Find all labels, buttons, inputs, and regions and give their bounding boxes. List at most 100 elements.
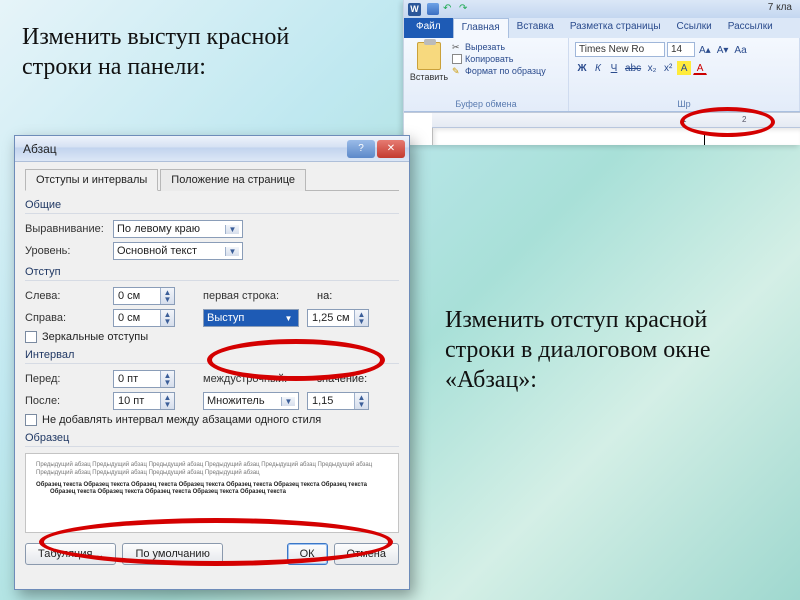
- indent-left-label: Слева:: [25, 290, 113, 302]
- preview-sample-paragraph: Образец текста Образец текста Образец те…: [36, 482, 388, 498]
- font-color-icon[interactable]: A: [693, 61, 707, 75]
- chevron-down-icon: ▼: [281, 314, 295, 323]
- tab-mailings[interactable]: Рассылки: [720, 18, 781, 38]
- outline-level-select[interactable]: Основной текст▼: [113, 242, 243, 260]
- group-general: Общие: [25, 199, 399, 214]
- tab-line-page-breaks[interactable]: Положение на странице: [160, 169, 306, 191]
- spinner-arrows-icon: ▲▼: [160, 310, 174, 326]
- horizontal-ruler[interactable]: 1 2: [432, 113, 800, 128]
- copy-icon: [452, 54, 462, 64]
- ruler-mark-2: 2: [742, 115, 746, 124]
- italic-icon[interactable]: К: [591, 61, 605, 75]
- caption-change-in-dialog: Изменить отступ красной строки в диалого…: [445, 305, 755, 395]
- scissors-icon: ✂: [452, 42, 462, 52]
- indent-left-spinner[interactable]: 0 см▲▼: [113, 287, 175, 305]
- ruler-area: 1 2: [404, 112, 800, 145]
- change-case-icon[interactable]: Aa: [732, 43, 748, 57]
- font-size-select[interactable]: 14: [667, 42, 695, 57]
- grow-font-icon[interactable]: A▴: [697, 43, 713, 57]
- ribbon-body: Вставить ✂Вырезать Копировать ✎Формат по…: [404, 38, 800, 112]
- spinner-arrows-icon: ▲▼: [354, 310, 368, 326]
- document-title: 7 кла: [768, 2, 792, 13]
- document-page: [432, 128, 800, 145]
- space-before-spinner[interactable]: 0 пт▲▼: [113, 370, 175, 388]
- group-indent: Отступ: [25, 266, 399, 281]
- word-titlebar: W ↶ ↷ 7 кла: [404, 0, 800, 18]
- group-font-label: Шр: [569, 99, 799, 109]
- redo-icon[interactable]: ↷: [459, 3, 471, 15]
- spinner-arrows-icon: ▲▼: [160, 288, 174, 304]
- dialog-title: Абзац: [23, 142, 345, 156]
- spinner-arrows-icon: ▲▼: [160, 393, 174, 409]
- space-before-label: Перед:: [25, 373, 113, 385]
- caption-change-on-ruler: Изменить выступ красной строки на панели…: [22, 22, 352, 82]
- no-space-same-style-label: Не добавлять интервал между абзацами одн…: [42, 414, 321, 426]
- group-sample: Образец: [25, 432, 399, 447]
- no-space-same-style-checkbox[interactable]: [25, 414, 37, 426]
- spinner-arrows-icon: ▲▼: [354, 393, 368, 409]
- word-app-icon: W: [408, 3, 421, 16]
- save-icon[interactable]: [427, 3, 439, 15]
- underline-icon[interactable]: Ч: [607, 61, 621, 75]
- quick-access-toolbar: ↶ ↷: [427, 3, 471, 15]
- dialog-tabstrip: Отступы и интервалы Положение на страниц…: [25, 168, 399, 191]
- cut-button[interactable]: ✂Вырезать: [452, 42, 546, 52]
- alignment-label: Выравнивание:: [25, 223, 113, 235]
- ok-button[interactable]: ОК: [287, 543, 328, 565]
- help-button[interactable]: ?: [347, 140, 375, 158]
- alignment-select[interactable]: По левому краю▼: [113, 220, 243, 238]
- word-ribbon-snippet: W ↶ ↷ 7 кла Файл Главная Вставка Разметк…: [403, 0, 800, 145]
- by-label: на:: [317, 290, 332, 302]
- indent-right-label: Справа:: [25, 312, 113, 324]
- chevron-down-icon: ▼: [281, 397, 295, 406]
- bold-icon[interactable]: Ж: [575, 61, 589, 75]
- tabs-button[interactable]: Табуляция…: [25, 543, 116, 565]
- line-spacing-select[interactable]: Множитель▼: [203, 392, 299, 410]
- text-cursor: [704, 133, 705, 145]
- first-line-select[interactable]: Выступ▼: [203, 309, 299, 327]
- cancel-button[interactable]: Отмена: [334, 543, 399, 565]
- set-default-button[interactable]: По умолчанию: [122, 543, 222, 565]
- indent-right-spinner[interactable]: 0 см▲▼: [113, 309, 175, 327]
- group-spacing: Интервал: [25, 349, 399, 364]
- paste-label: Вставить: [410, 72, 448, 82]
- dialog-titlebar: Абзац ? ✕: [15, 136, 409, 162]
- first-line-by-spinner[interactable]: 1,25 см▲▼: [307, 309, 369, 327]
- ribbon-tabstrip: Файл Главная Вставка Разметка страницы С…: [404, 18, 800, 38]
- spinner-arrows-icon: ▲▼: [160, 371, 174, 387]
- strike-icon[interactable]: abc: [623, 61, 643, 75]
- undo-icon[interactable]: ↶: [443, 3, 455, 15]
- line-spacing-at-spinner[interactable]: 1,15▲▼: [307, 392, 369, 410]
- space-after-spinner[interactable]: 10 пт▲▼: [113, 392, 175, 410]
- tab-home[interactable]: Главная: [453, 18, 509, 38]
- ruler-mark-1: 1: [682, 115, 686, 124]
- mirror-indents-checkbox[interactable]: [25, 331, 37, 343]
- format-painter-button[interactable]: ✎Формат по образцу: [452, 66, 546, 76]
- line-spacing-label: междустрочный:: [203, 373, 301, 385]
- tab-file[interactable]: Файл: [404, 18, 453, 38]
- close-button[interactable]: ✕: [377, 140, 405, 158]
- tab-indents-spacing[interactable]: Отступы и интервалы: [25, 169, 158, 191]
- copy-button[interactable]: Копировать: [452, 54, 546, 64]
- tab-page-layout[interactable]: Разметка страницы: [562, 18, 669, 38]
- first-line-label: первая строка:: [203, 290, 301, 302]
- brush-icon: ✎: [452, 66, 462, 76]
- shrink-font-icon[interactable]: A▾: [715, 43, 731, 57]
- clipboard-icon: [417, 42, 441, 70]
- superscript-icon[interactable]: x²: [661, 61, 675, 75]
- line-spacing-at-label: значение:: [317, 373, 367, 385]
- tab-references[interactable]: Ссылки: [669, 18, 720, 38]
- mirror-indents-label: Зеркальные отступы: [42, 331, 148, 343]
- preview-box: Предыдущий абзац Предыдущий абзац Предыд…: [25, 453, 399, 533]
- space-after-label: После:: [25, 395, 113, 407]
- tab-insert[interactable]: Вставка: [509, 18, 562, 38]
- subscript-icon[interactable]: x₂: [645, 61, 659, 75]
- chevron-down-icon: ▼: [225, 247, 239, 256]
- group-clipboard-label: Буфер обмена: [404, 99, 568, 109]
- paragraph-dialog: Абзац ? ✕ Отступы и интервалы Положение …: [14, 135, 410, 590]
- preview-prev-paragraph: Предыдущий абзац Предыдущий абзац Предыд…: [36, 462, 388, 478]
- font-name-select[interactable]: Times New Ro: [575, 42, 665, 57]
- highlight-icon[interactable]: A: [677, 61, 691, 75]
- outline-level-label: Уровень:: [25, 245, 113, 257]
- chevron-down-icon: ▼: [225, 225, 239, 234]
